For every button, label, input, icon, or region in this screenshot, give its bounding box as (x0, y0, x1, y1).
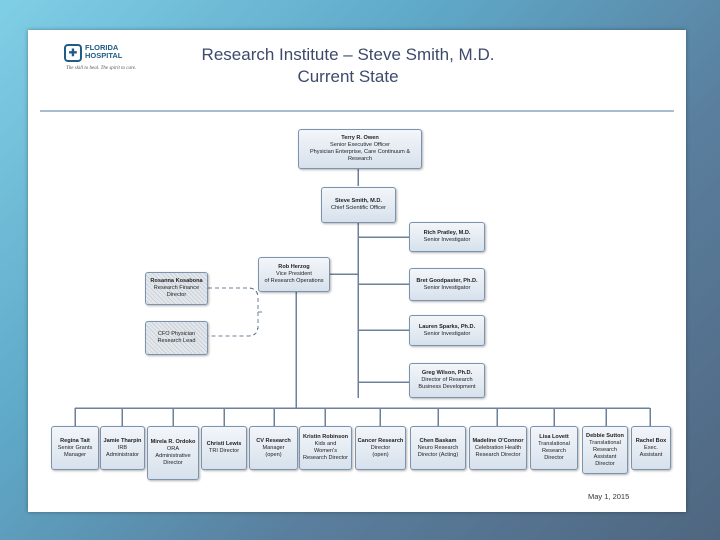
node-name: Jamie Tharpin (103, 437, 142, 444)
node-name: CV Research (256, 437, 291, 444)
node-title: Director (open) (370, 444, 391, 458)
node-title: Senior Investigator (423, 330, 471, 337)
node-rich-pratley: Rich Pratley, M.D. Senior Investigator (409, 222, 485, 252)
node-lauren-sparks: Lauren Sparks, Ph.D. Senior Investigator (409, 315, 485, 346)
node-name: Cancer Research (357, 437, 404, 444)
node-title: Senior Investigator (423, 284, 471, 291)
node-bottom-3: Mirela R. Ordoko ORA Administrative Dire… (147, 426, 199, 480)
node-title: Translational Research Director (538, 441, 570, 461)
node-title: Senior Grants Manager (57, 444, 93, 458)
node-bottom-11: Debbie Sutton Translational Research Ass… (582, 426, 628, 474)
node-title: Exec. Assistant (639, 444, 663, 458)
node-title: Chief Scientific Officer (331, 205, 386, 211)
node-title: Kids and Women's Research Director (302, 441, 349, 461)
node-title: Manager (open) (262, 444, 285, 458)
node-name: Christi Lewis (206, 441, 242, 447)
node-name: Mirela R. Ordoko (150, 439, 196, 445)
node-name: Rosanna Kosabona (150, 278, 203, 284)
node-name: Bret Goodpaster, Ph.D. (416, 277, 478, 284)
node-rob-herzog: Rob Herzog Vice President of Research Op… (258, 257, 330, 292)
node-rosanna-kosabona: Rosanna Kosabona Research Finance Direct… (145, 272, 208, 305)
node-title: Research Finance Director (153, 285, 200, 298)
node-name: Lauren Sparks, Ph.D. (418, 323, 476, 330)
node-name: Steve Smith, M.D. (335, 198, 382, 204)
node-greg-wilson: Greg Wilson, Ph.D. Director of Research … (409, 363, 485, 398)
date-label: May 1, 2015 (588, 492, 630, 501)
node-name: Chen Baskam (419, 437, 457, 444)
org-chart: Terry R. Owen Senior Executive Officer P… (28, 30, 686, 512)
node-name: Rob Herzog (278, 264, 310, 270)
node-terry-owen: Terry R. Owen Senior Executive Officer P… (298, 129, 422, 169)
node-name: Rachel Box (635, 437, 667, 444)
node-title: Director of Research Business Developmen… (418, 377, 476, 390)
node-bottom-6: Kristin Robinson Kids and Women's Resear… (299, 426, 352, 470)
node-bottom-5: CV Research Manager (open) (249, 426, 298, 470)
node-name: Kristin Robinson (302, 434, 349, 440)
node-name: Greg Wilson, Ph.D. (421, 370, 473, 376)
node-bottom-2: Jamie Tharpin IRB Administrator (100, 426, 145, 470)
node-name: Regina Tait (60, 437, 90, 444)
node-bottom-1: Regina Tait Senior Grants Manager (51, 426, 99, 470)
node-title: CFO Physician Research Lead (157, 331, 196, 344)
node-cfo-research-lead: CFO Physician Research Lead (145, 321, 208, 355)
node-bottom-7: Cancer Research Director (open) (355, 426, 406, 470)
node-name: Terry R. Owen (341, 135, 379, 141)
slide-canvas: ✚ FLORIDA HOSPITAL The skill to heal. Th… (28, 30, 686, 512)
node-steve-smith: Steve Smith, M.D. Chief Scientific Offic… (321, 187, 396, 223)
node-title: Senior Investigator (423, 237, 471, 243)
node-bottom-8: Chen Baskam Neuro Research Director (Act… (410, 426, 466, 470)
node-bret-goodpaster: Bret Goodpaster, Ph.D. Senior Investigat… (409, 268, 485, 301)
node-name: Rich Pratley, M.D. (423, 230, 471, 236)
node-bottom-10: Lisa Lovett Translational Research Direc… (530, 426, 578, 470)
node-title: Senior Executive Officer Physician Enter… (309, 142, 411, 162)
node-bottom-9: Madeline O'Connor Celebration Health Res… (469, 426, 527, 470)
dashed-connector-left (208, 287, 259, 337)
node-bottom-4: Christi Lewis TRI Director (201, 426, 247, 470)
node-name: Madeline O'Connor (472, 437, 524, 444)
node-title: IRB Administrator (106, 444, 139, 458)
node-name: Lisa Lovett (539, 434, 569, 440)
node-name: Debbie Sutton (586, 432, 624, 439)
node-title: Vice President of Research Operations (264, 271, 324, 284)
node-title: Neuro Research Director (Acting) (417, 444, 459, 458)
node-title: ORA Administrative Director (155, 446, 191, 466)
node-title: TRI Director (208, 448, 240, 454)
node-bottom-12: Rachel Box Exec. Assistant (631, 426, 671, 470)
node-title: Celebration Health Research Director (474, 444, 522, 458)
node-title: Translational Research Assistant Directo… (589, 439, 621, 467)
